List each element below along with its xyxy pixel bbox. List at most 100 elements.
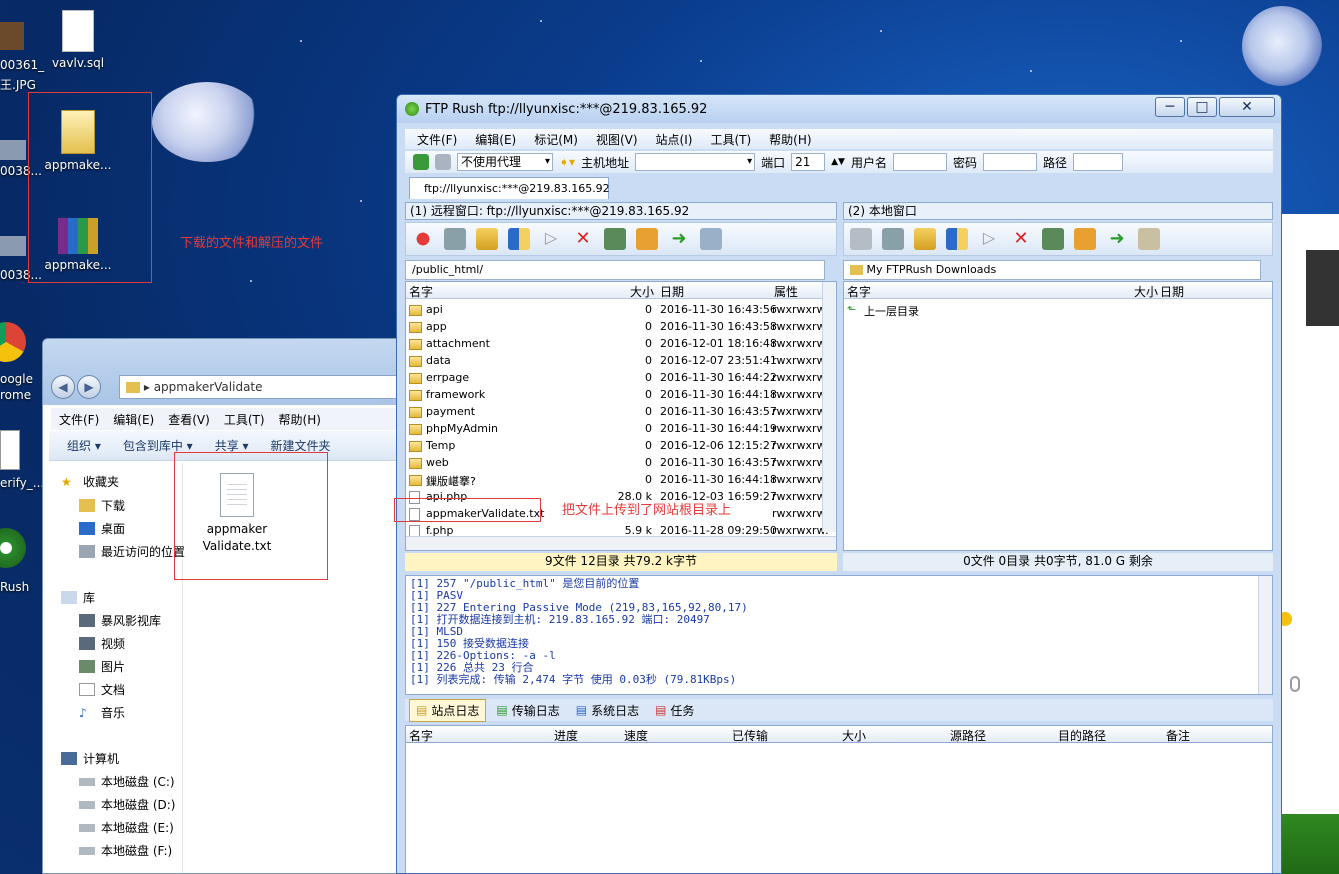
menu-tools[interactable]: 工具(T)	[710, 131, 751, 148]
tab-site-log[interactable]: ▤ 站点日志	[409, 698, 487, 722]
column-name[interactable]: 名字	[409, 727, 433, 744]
column-name[interactable]: 名字	[847, 283, 871, 300]
microphone-icon[interactable]	[1290, 676, 1300, 692]
sidebar-item-videos[interactable]: 视频	[79, 635, 125, 652]
sidebar-computer[interactable]: 计算机	[61, 750, 119, 767]
sidebar-favorites[interactable]: ★ 收藏夹	[61, 473, 119, 490]
column-size[interactable]: 大小	[1134, 283, 1158, 300]
sidebar-item-recent[interactable]: 最近访问的位置	[79, 543, 185, 560]
password-input[interactable]	[982, 153, 1037, 171]
table-row[interactable]: errpage 0 2016-11-30 16:44:22 rwxrwxrw:	[406, 369, 836, 386]
column-size[interactable]: 大小	[630, 283, 654, 300]
menu-help[interactable]: 帮助(H)	[279, 411, 321, 428]
table-row[interactable]: app 0 2016-11-30 16:43:58 rwxrwxrw:	[406, 318, 836, 335]
menu-help[interactable]: 帮助(H)	[769, 131, 811, 148]
queue-icon[interactable]	[1138, 228, 1160, 250]
organize-button[interactable]: 组织 ▾	[67, 437, 101, 454]
stop-icon[interactable]: ✕	[1010, 228, 1032, 250]
menu-edit[interactable]: 编辑(E)	[475, 131, 516, 148]
table-row[interactable]: payment 0 2016-11-30 16:43:57 rwxrwxrw:	[406, 403, 836, 420]
column-source-path[interactable]: 源路径	[950, 727, 986, 744]
sidebar-item-drive-d[interactable]: 本地磁盘 (D:)	[79, 796, 175, 813]
image-icon[interactable]	[0, 236, 26, 256]
computer-icon[interactable]	[700, 228, 722, 250]
proxy-select[interactable]: 不使用代理	[457, 153, 553, 171]
log-scrollbar[interactable]	[1258, 576, 1272, 694]
column-date[interactable]: 日期	[660, 283, 684, 300]
table-row[interactable]: 鏁版嵁搴? 0 2016-11-30 16:44:18 rwxrwxrw:	[406, 471, 836, 488]
remote-horizontal-scrollbar[interactable]	[406, 536, 836, 550]
play-icon[interactable]: ▷	[540, 228, 562, 250]
check-folder-icon[interactable]	[636, 228, 658, 250]
port-input[interactable]: 21	[791, 153, 826, 171]
column-name[interactable]: 名字	[409, 283, 433, 300]
image-icon[interactable]	[0, 140, 26, 160]
column-transferred[interactable]: 已传输	[732, 727, 768, 744]
drive-icon[interactable]	[850, 228, 872, 250]
sidebar-item-music[interactable]: ♪ 音乐	[79, 704, 125, 721]
connect-icon[interactable]	[413, 154, 429, 170]
table-row[interactable]: framework 0 2016-11-30 16:44:18 rwxrwxrw:	[406, 386, 836, 403]
table-row[interactable]: attachment 0 2016-12-01 18:16:48 rwxrwxrw:	[406, 335, 836, 352]
menu-view[interactable]: 视图(V)	[596, 131, 638, 148]
sidebar-item-pictures[interactable]: 图片	[79, 658, 125, 675]
table-row[interactable]: data 0 2016-12-07 23:51:41 rwxrwxrw:	[406, 352, 836, 369]
tab-transfer-log[interactable]: ▤ 传输日志	[490, 700, 565, 721]
tab-session[interactable]: ftp://llyunxisc:***@219.83.165.92	[409, 177, 610, 199]
sidebar-item-documents[interactable]: 文档	[79, 681, 125, 698]
parent-folder-icon[interactable]	[914, 228, 936, 250]
document-icon[interactable]	[0, 430, 20, 470]
column-date[interactable]: 日期	[1160, 283, 1184, 300]
minimize-button[interactable]: ─	[1155, 97, 1185, 117]
menu-site[interactable]: 站点(I)	[656, 131, 693, 148]
stop-icon[interactable]: ✕	[572, 228, 594, 250]
forward-button[interactable]: ▶	[77, 375, 101, 399]
table-row[interactable]: Temp 0 2016-12-06 12:15:27 rwxrwxrw:	[406, 437, 836, 454]
ftprush-icon[interactable]	[0, 528, 26, 568]
sidebar-item-downloads[interactable]: 下载	[79, 497, 125, 514]
refresh-icon[interactable]	[882, 228, 904, 250]
menu-edit[interactable]: 编辑(E)	[113, 411, 154, 428]
copy-icon[interactable]	[604, 228, 626, 250]
column-notes[interactable]: 备注	[1166, 727, 1190, 744]
lightning-icon[interactable]: ➧▾	[559, 155, 575, 169]
menu-file[interactable]: 文件(F)	[59, 411, 99, 428]
column-speed[interactable]: 速度	[624, 727, 648, 744]
remote-vertical-scrollbar[interactable]	[822, 282, 836, 532]
username-input[interactable]	[892, 153, 947, 171]
chrome-icon[interactable]	[0, 322, 26, 362]
server-refresh-icon[interactable]	[444, 228, 466, 250]
copy-icon[interactable]	[1042, 228, 1064, 250]
remote-path-combo[interactable]: /public_html/	[405, 260, 825, 280]
host-input[interactable]	[635, 153, 756, 171]
column-size[interactable]: 大小	[842, 727, 866, 744]
table-row[interactable]: api 0 2016-11-30 16:43:56 rwxrwxrw:	[406, 301, 836, 318]
explorer-address-bar[interactable]: ▸ appmakerValidate	[119, 375, 401, 399]
check-folder-icon[interactable]	[1074, 228, 1096, 250]
play-icon[interactable]: ▷	[978, 228, 1000, 250]
transfer-arrow-icon[interactable]: ➜	[668, 228, 690, 250]
maximize-button[interactable]: □	[1187, 97, 1217, 117]
sidebar-item-drive-c[interactable]: 本地磁盘 (C:)	[79, 773, 175, 790]
parent-folder-icon[interactable]	[476, 228, 498, 250]
table-row[interactable]: web 0 2016-11-30 16:43:57 rwxrwxrw:	[406, 454, 836, 471]
menu-file[interactable]: 文件(F)	[417, 131, 457, 148]
port-stepper[interactable]: ▲▼	[831, 157, 845, 167]
disconnect-red-icon[interactable]	[412, 228, 434, 250]
path-input[interactable]	[1073, 153, 1123, 171]
column-progress[interactable]: 进度	[554, 727, 578, 744]
sidebar-libraries[interactable]: 库	[61, 589, 95, 606]
image-icon[interactable]	[0, 22, 24, 50]
sidebar-item-desktop[interactable]: 桌面	[79, 520, 125, 537]
column-attributes[interactable]: 属性	[774, 283, 798, 300]
menu-tools[interactable]: 工具(T)	[224, 411, 265, 428]
sidebar-item-baofeng[interactable]: 暴风影视库	[79, 612, 161, 629]
back-button[interactable]: ◀	[51, 375, 75, 399]
tab-tasks[interactable]: ▤ 任务	[649, 700, 700, 721]
menu-view[interactable]: 查看(V)	[168, 411, 210, 428]
column-target-path[interactable]: 目的路径	[1058, 727, 1106, 744]
tab-system-log[interactable]: ▤ 系统日志	[570, 700, 645, 721]
close-button[interactable]: ✕	[1219, 97, 1275, 117]
table-row[interactable]: phpMyAdmin 0 2016-11-30 16:44:19 rwxrwxrw:	[406, 420, 836, 437]
desktop-icon-sql[interactable]: vavlv.sql	[38, 10, 118, 70]
